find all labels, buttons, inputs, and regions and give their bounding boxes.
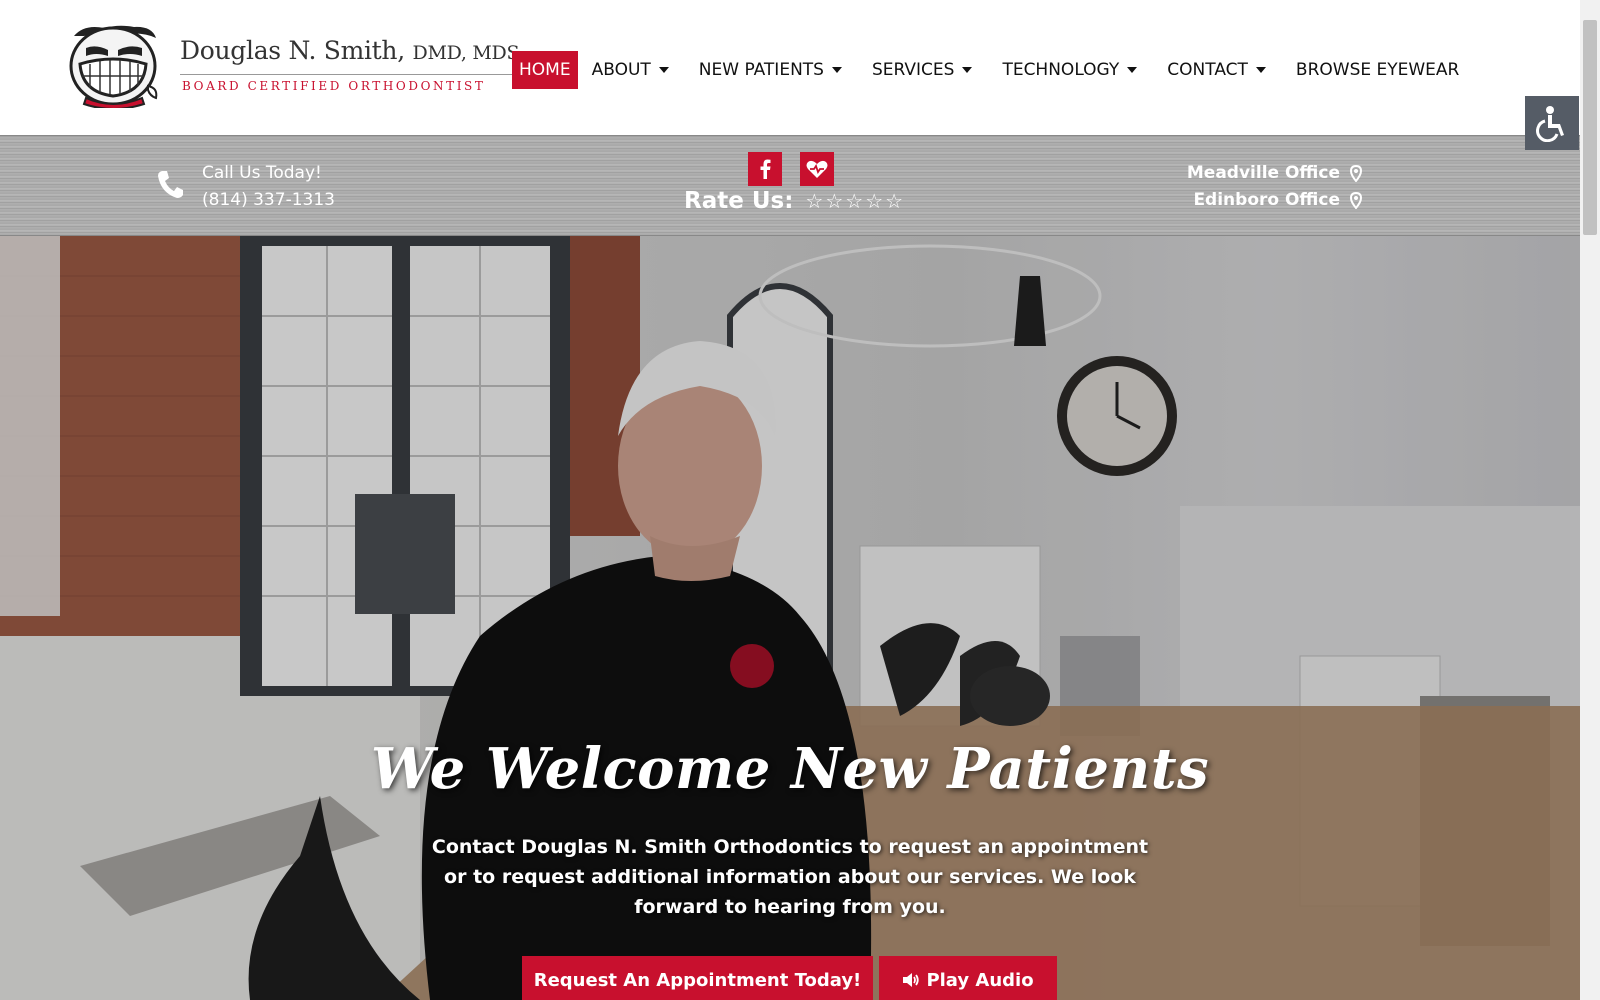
caret-down-icon	[1127, 67, 1138, 73]
site-header: Douglas N. Smith, DMD, MDS BOARD CERTIFI…	[0, 0, 1580, 135]
play-audio-button[interactable]: Play Audio	[879, 956, 1057, 1000]
brand-credentials: DMD, MDS	[412, 42, 520, 64]
office-label: Meadville Office	[1186, 163, 1340, 183]
healthgrades-button[interactable]	[800, 152, 834, 186]
logo-name: Douglas N. Smith, DMD, MDS	[180, 36, 519, 65]
map-pin-icon	[1350, 164, 1362, 182]
star-icon[interactable]: ☆	[865, 191, 883, 211]
rate-label: Rate Us:	[684, 188, 794, 214]
caret-down-icon	[1255, 67, 1266, 73]
accessibility-button[interactable]	[1525, 96, 1579, 150]
hero-description: Contact Douglas N. Smith Orthodontics to…	[431, 836, 1149, 918]
page-scrollbar[interactable]	[1580, 0, 1600, 1000]
speaker-icon	[903, 973, 920, 987]
button-label: Play Audio	[926, 969, 1034, 991]
rate-us: Rate Us: ☆ ☆ ☆ ☆ ☆	[684, 188, 903, 214]
info-bar: Call Us Today! (814) 337-1313 Rate Us: ☆…	[0, 135, 1580, 236]
hero-buttons: Request An Appointment Today! Play Audio	[522, 956, 1057, 1000]
nav-label: TECHNOLOGY	[1002, 60, 1120, 80]
nav-label: SERVICES	[871, 60, 955, 80]
nav-technology[interactable]: TECHNOLOGY	[1002, 51, 1138, 89]
office-label: Edinboro Office	[1193, 190, 1340, 210]
call-label: Call Us Today!	[202, 163, 322, 183]
facebook-icon	[760, 159, 771, 179]
healthgrades-icon	[806, 160, 828, 178]
nav-home[interactable]: HOME	[512, 51, 578, 89]
nav-services[interactable]: SERVICES	[871, 51, 973, 89]
nav-label: CONTACT	[1167, 60, 1248, 80]
star-icon[interactable]: ☆	[805, 191, 823, 211]
nav-browse-eyewear[interactable]: BROWSE EYEWEAR	[1296, 51, 1459, 89]
request-appointment-button[interactable]: Request An Appointment Today!	[522, 956, 873, 1000]
nav-label: NEW PATIENTS	[698, 60, 824, 80]
map-pin-icon	[1350, 191, 1362, 209]
brand-name: Douglas N. Smith,	[180, 36, 405, 65]
office-link-meadville[interactable]: Meadville Office	[1187, 163, 1362, 183]
caret-down-icon	[658, 67, 669, 73]
nav-about[interactable]: ABOUT	[592, 51, 669, 89]
phone-number[interactable]: (814) 337-1313	[202, 190, 335, 210]
nav-new-patients[interactable]: NEW PATIENTS	[699, 51, 842, 89]
nav-label: ABOUT	[591, 60, 651, 80]
nav-label: BROWSE EYEWEAR	[1295, 60, 1460, 80]
star-icon[interactable]: ☆	[825, 191, 843, 211]
phone-icon	[158, 171, 183, 198]
office-link-edinboro[interactable]: Edinboro Office	[1193, 190, 1362, 210]
logo[interactable]: Douglas N. Smith, DMD, MDS BOARD CERTIFI…	[64, 22, 552, 112]
star-rating: ☆ ☆ ☆ ☆ ☆	[805, 191, 903, 211]
nav-label: HOME	[519, 60, 571, 80]
logo-mascot-icon	[69, 25, 158, 108]
main-nav: HOME ABOUT NEW PATIENTS SERVICES TECHNOL…	[512, 51, 1459, 89]
hero-title: We Welcome New Patients	[370, 736, 1210, 802]
star-icon[interactable]: ☆	[885, 191, 903, 211]
facebook-button[interactable]	[748, 152, 782, 186]
scrollbar-thumb[interactable]	[1583, 20, 1597, 235]
button-label: Request An Appointment Today!	[533, 969, 862, 991]
nav-contact[interactable]: CONTACT	[1167, 51, 1266, 89]
accessibility-icon	[1536, 106, 1564, 142]
logo-divider	[180, 74, 552, 75]
social-links	[748, 152, 834, 186]
caret-down-icon	[962, 67, 973, 73]
star-icon[interactable]: ☆	[845, 191, 863, 211]
hero-section: We Welcome New Patients Contact Douglas …	[0, 236, 1580, 1000]
brand-tagline: BOARD CERTIFIED ORTHODONTIST	[182, 79, 486, 93]
caret-down-icon	[831, 67, 842, 73]
